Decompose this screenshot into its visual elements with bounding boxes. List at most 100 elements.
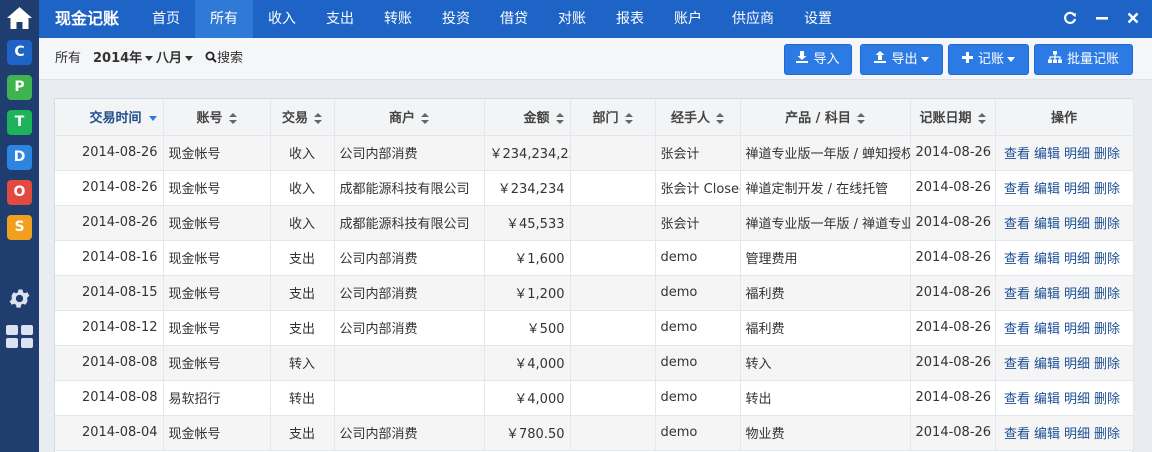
- detail-link[interactable]: 明细: [1064, 217, 1090, 232]
- nav-item-7[interactable]: 对账: [543, 0, 601, 38]
- cell-dept: [570, 135, 656, 171]
- col-header-date[interactable]: 交易时间: [55, 99, 164, 136]
- cell-product: 福利费: [740, 275, 911, 311]
- edit-link[interactable]: 编辑: [1034, 287, 1060, 302]
- delete-link[interactable]: 删除: [1094, 217, 1120, 232]
- import-button[interactable]: 导入: [784, 44, 852, 75]
- batch-record-button[interactable]: 批量记账: [1034, 44, 1133, 75]
- col-header-record-date[interactable]: 记账日期: [910, 99, 996, 136]
- delete-link[interactable]: 删除: [1094, 357, 1120, 372]
- month-dropdown[interactable]: 八月: [156, 38, 194, 80]
- settings-gear-icon[interactable]: [7, 286, 32, 311]
- home-icon[interactable]: [5, 4, 34, 32]
- app-icon-1[interactable]: P: [7, 75, 32, 100]
- col-header-dept[interactable]: 部门: [570, 99, 656, 136]
- table-row[interactable]: 2014-08-04 现金帐号 支出 公司内部消费 ￥780.50 demo 物业费 2014…: [55, 415, 1134, 451]
- delete-link[interactable]: 删除: [1094, 427, 1120, 442]
- detail-link[interactable]: 明细: [1064, 392, 1090, 407]
- table-row[interactable]: 2014-08-08 现金帐号 转入 ￥4,000 demo 转入 2014-08-26 查看…: [55, 345, 1134, 381]
- edit-link[interactable]: 编辑: [1034, 182, 1060, 197]
- search-button[interactable]: 搜索: [205, 38, 243, 80]
- table-row[interactable]: 2014-08-26 现金帐号 收入 成都能源科技有限公司 ￥234,234 张会计 Cl…: [55, 170, 1134, 206]
- cell-account: 现金帐号: [163, 415, 271, 451]
- app-icon-5[interactable]: S: [7, 215, 32, 240]
- nav-item-4[interactable]: 转账: [369, 0, 427, 38]
- table-row[interactable]: 2014-08-16 现金帐号 支出 公司内部消费 ￥1,600 demo 管理费用 2014…: [55, 240, 1134, 276]
- cell-actions: 查看 编辑 明细 删除: [995, 380, 1134, 416]
- delete-link[interactable]: 删除: [1094, 147, 1120, 162]
- col-header-product[interactable]: 产品 / 科目: [740, 99, 911, 136]
- nav-item-9[interactable]: 账户: [659, 0, 717, 38]
- app-icon-4[interactable]: O: [7, 180, 32, 205]
- view-link[interactable]: 查看: [1004, 252, 1030, 267]
- detail-link[interactable]: 明细: [1064, 147, 1090, 162]
- col-header-amount[interactable]: 金额: [484, 99, 571, 136]
- view-link[interactable]: 查看: [1004, 357, 1030, 372]
- edit-link[interactable]: 编辑: [1034, 217, 1060, 232]
- cell-dept: [570, 275, 656, 311]
- detail-link[interactable]: 明细: [1064, 322, 1090, 337]
- cell-date: 2014-08-08: [55, 380, 164, 416]
- view-link[interactable]: 查看: [1004, 287, 1030, 302]
- view-link[interactable]: 查看: [1004, 147, 1030, 162]
- edit-link[interactable]: 编辑: [1034, 357, 1060, 372]
- nav-item-6[interactable]: 借贷: [485, 0, 543, 38]
- delete-link[interactable]: 删除: [1094, 287, 1120, 302]
- cell-actions: 查看 编辑 明细 删除: [995, 310, 1134, 346]
- detail-link[interactable]: 明细: [1064, 287, 1090, 302]
- chevron-down-icon: [1007, 57, 1015, 62]
- app-icon-0[interactable]: C: [7, 40, 32, 65]
- detail-link[interactable]: 明细: [1064, 427, 1090, 442]
- nav-item-0[interactable]: 首页: [137, 0, 195, 38]
- search-label: 搜索: [217, 51, 244, 66]
- app-grid-icon[interactable]: [6, 325, 33, 349]
- edit-link[interactable]: 编辑: [1034, 427, 1060, 442]
- close-icon[interactable]: [1126, 11, 1140, 25]
- edit-link[interactable]: 编辑: [1034, 147, 1060, 162]
- view-link[interactable]: 查看: [1004, 427, 1030, 442]
- cell-merchant: 公司内部消费: [334, 415, 485, 451]
- detail-link[interactable]: 明细: [1064, 252, 1090, 267]
- app-icon-2[interactable]: T: [7, 110, 32, 135]
- detail-link[interactable]: 明细: [1064, 357, 1090, 372]
- view-link[interactable]: 查看: [1004, 322, 1030, 337]
- col-header-handler[interactable]: 经手人: [655, 99, 741, 136]
- minimize-icon[interactable]: [1095, 11, 1109, 25]
- sort-icon: [716, 113, 724, 125]
- col-header-account[interactable]: 账号: [163, 99, 271, 136]
- nav-item-5[interactable]: 投资: [427, 0, 485, 38]
- col-header-type[interactable]: 交易: [270, 99, 335, 136]
- view-link[interactable]: 查看: [1004, 217, 1030, 232]
- refresh-icon[interactable]: [1063, 11, 1077, 25]
- col-header-merchant[interactable]: 商户: [334, 99, 485, 136]
- export-button[interactable]: 导出: [860, 44, 943, 75]
- delete-link[interactable]: 删除: [1094, 252, 1120, 267]
- delete-link[interactable]: 删除: [1094, 392, 1120, 407]
- view-link[interactable]: 查看: [1004, 392, 1030, 407]
- year-dropdown[interactable]: 2014年: [93, 38, 154, 80]
- delete-link[interactable]: 删除: [1094, 322, 1120, 337]
- nav-item-1[interactable]: 所有: [195, 0, 253, 38]
- table-row[interactable]: 2014-08-15 现金帐号 支出 公司内部消费 ￥1,200 demo 福利费 2014-…: [55, 275, 1134, 311]
- table-row[interactable]: 2014-08-26 现金帐号 收入 成都能源科技有限公司 ￥45,533 张会计 禅道专业…: [55, 205, 1134, 241]
- edit-link[interactable]: 编辑: [1034, 392, 1060, 407]
- cell-dept: [570, 310, 656, 346]
- filter-all[interactable]: 所有: [55, 38, 81, 80]
- nav-item-2[interactable]: 收入: [253, 0, 311, 38]
- table-row[interactable]: 2014-08-08 易软招行 转出 ￥4,000 demo 转出 2014-08-26 查看…: [55, 380, 1134, 416]
- edit-link[interactable]: 编辑: [1034, 322, 1060, 337]
- col-header-label: 交易: [281, 111, 308, 127]
- table-row[interactable]: 2014-08-26现金帐号收入公司内部消费￥234,234,234张会计禅道专…: [55, 135, 1134, 171]
- record-button[interactable]: 记账: [948, 44, 1029, 75]
- nav-item-3[interactable]: 支出: [311, 0, 369, 38]
- detail-link[interactable]: 明细: [1064, 182, 1090, 197]
- cell-product: 福利费: [740, 310, 911, 346]
- app-icon-3[interactable]: D: [7, 145, 32, 170]
- view-link[interactable]: 查看: [1004, 182, 1030, 197]
- nav-item-10[interactable]: 供应商: [717, 0, 789, 38]
- delete-link[interactable]: 删除: [1094, 182, 1120, 197]
- nav-item-11[interactable]: 设置: [789, 0, 847, 38]
- nav-item-8[interactable]: 报表: [601, 0, 659, 38]
- edit-link[interactable]: 编辑: [1034, 252, 1060, 267]
- table-row[interactable]: 2014-08-12 现金帐号 支出 公司内部消费 ￥500 demo 福利费 2014-08…: [55, 310, 1134, 346]
